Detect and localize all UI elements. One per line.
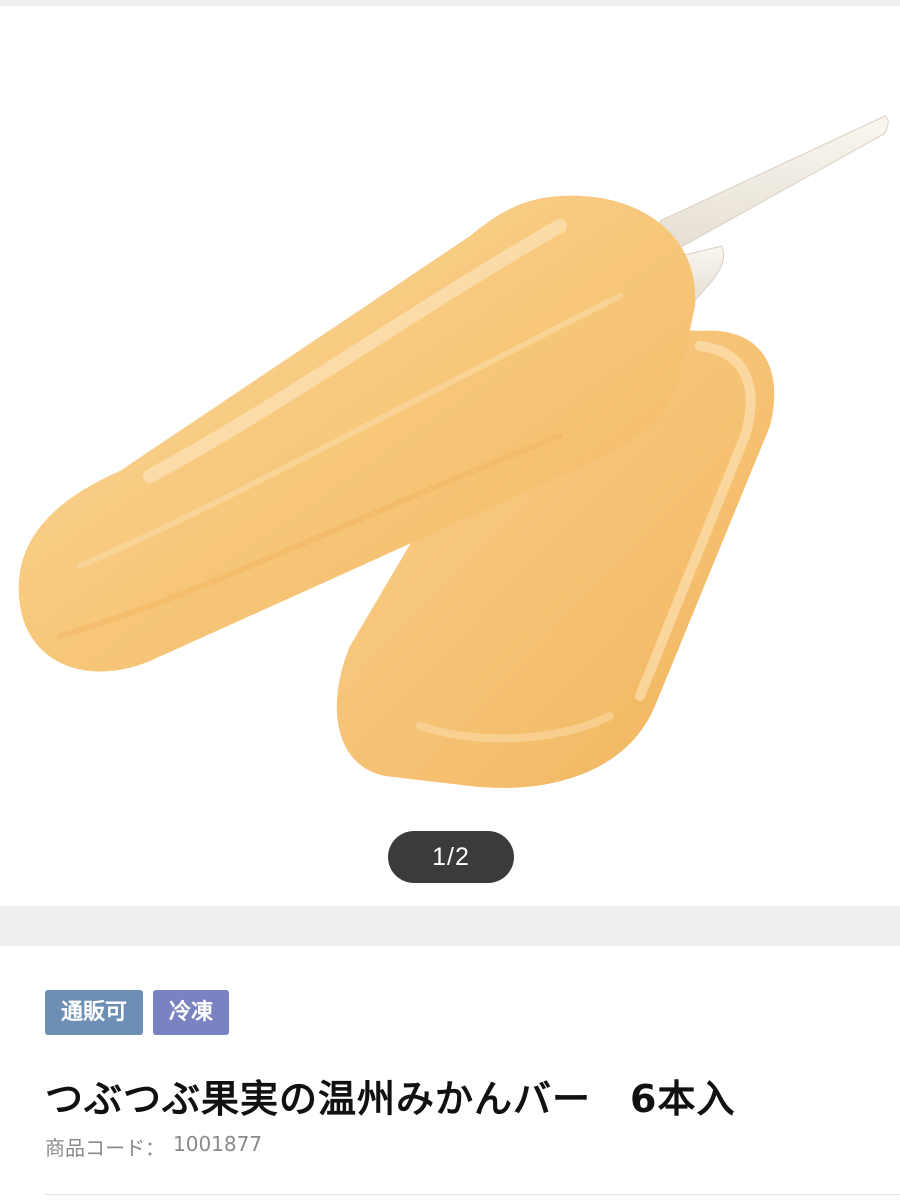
frozen-tag: 冷凍 bbox=[153, 990, 230, 1035]
product-code-row: 商品コード： 1001877 bbox=[45, 1132, 262, 1161]
product-photo bbox=[18, 115, 889, 788]
product-title: つぶつぶ果実の温州みかんバー 6本入 bbox=[45, 1077, 736, 1121]
bottom-divider bbox=[45, 1194, 900, 1195]
back-stick bbox=[659, 115, 889, 257]
tag-list: 通販可 冷凍 bbox=[45, 990, 230, 1035]
section-divider bbox=[0, 906, 900, 946]
product-image-gallery[interactable]: 1/2 bbox=[0, 6, 900, 906]
product-code-label: 商品コード： bbox=[45, 1136, 165, 1160]
product-info: 通販可 冷凍 つぶつぶ果実の温州みかんバー 6本入 商品コード： 1001877 bbox=[0, 946, 900, 1200]
product-code-value: 1001877 bbox=[173, 1132, 263, 1156]
image-pager-indicator[interactable]: 1/2 bbox=[388, 831, 514, 883]
mail-order-tag: 通販可 bbox=[45, 990, 144, 1035]
